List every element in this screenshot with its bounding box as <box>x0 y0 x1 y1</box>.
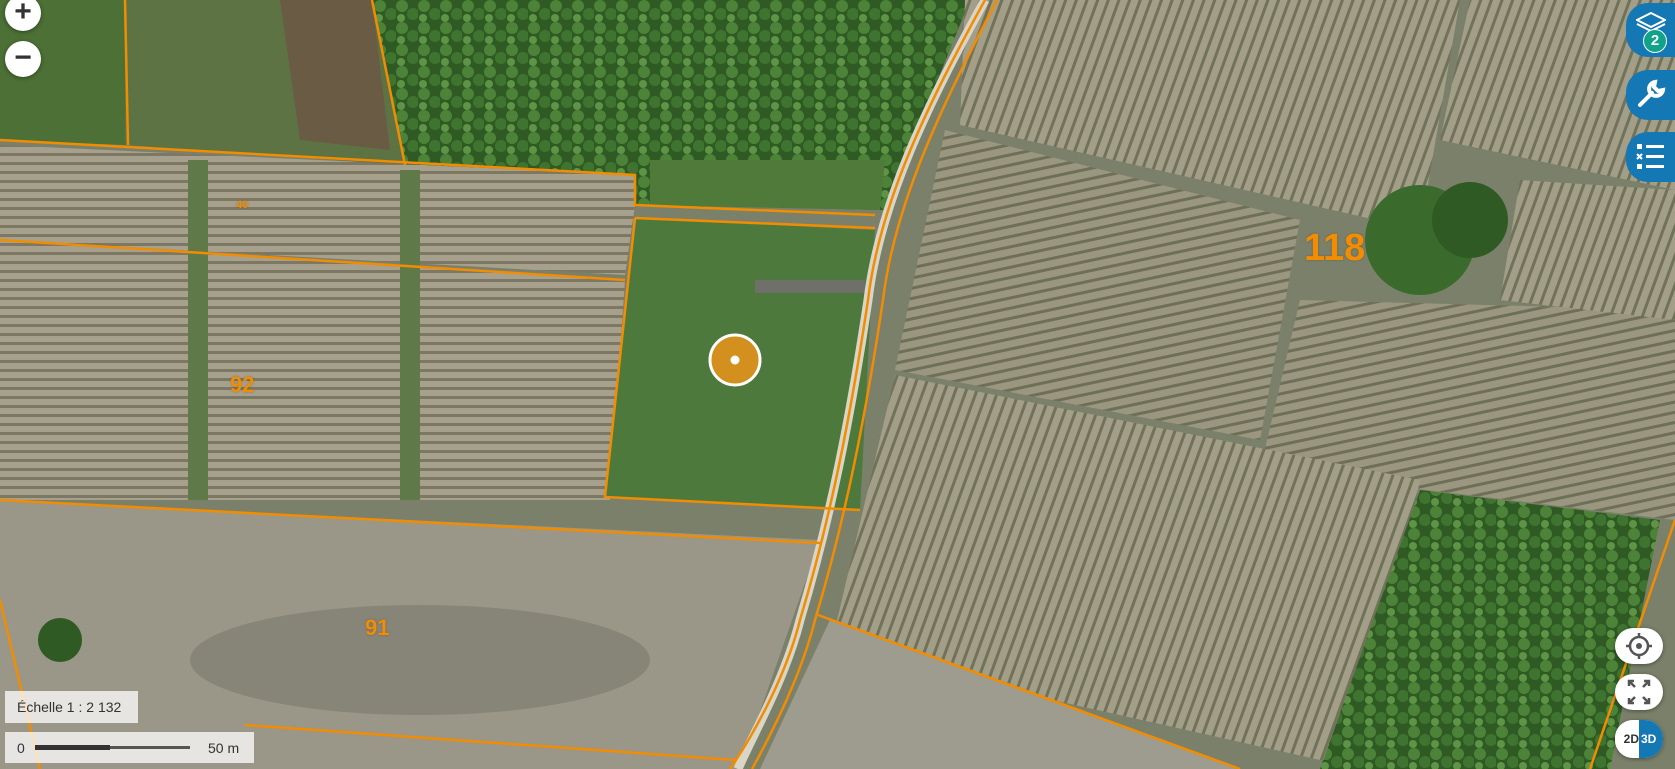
tools-button[interactable] <box>1626 70 1675 120</box>
location-marker-center <box>730 355 740 365</box>
view-mode-toggle[interactable]: 2D 3D <box>1615 720 1663 758</box>
scale-bar-end: 50 m <box>208 740 240 756</box>
field-shading <box>190 605 650 715</box>
fullscreen-button[interactable] <box>1615 674 1663 710</box>
wrench-icon <box>1638 79 1666 107</box>
vineyard <box>1500 180 1675 320</box>
layers-count-badge: 2 <box>1643 29 1667 53</box>
scale-bar-segment <box>35 745 110 750</box>
zoom-out-button[interactable]: − <box>5 41 41 77</box>
expand-icon <box>1627 679 1651 705</box>
layers-button[interactable]: 2 <box>1626 3 1675 57</box>
grass-strip <box>400 170 420 500</box>
scale-label: Échelle 1 : 2 132 <box>5 691 138 723</box>
vineyard <box>0 240 625 500</box>
minus-icon: − <box>14 41 32 74</box>
grass <box>650 160 885 210</box>
grass-strip <box>188 160 208 500</box>
scale-bar-start: 0 <box>17 740 25 756</box>
parcel-label[interactable]: 92 <box>230 372 254 398</box>
parcel-label[interactable]: 40 <box>236 199 248 211</box>
tree-cluster <box>1432 182 1508 258</box>
mode-3d-button[interactable]: 3D <box>1639 720 1663 758</box>
parcel-label[interactable]: 91 <box>365 615 389 641</box>
tree <box>38 618 82 662</box>
plus-icon: + <box>14 0 32 28</box>
mode-2d-button[interactable]: 2D <box>1615 720 1639 758</box>
legend-button[interactable] <box>1626 132 1675 182</box>
list-icon <box>1636 144 1664 169</box>
locate-button[interactable] <box>1615 628 1663 664</box>
building <box>755 280 865 293</box>
parcel-label[interactable]: 118 <box>1304 227 1365 270</box>
crosshair-icon <box>1626 633 1652 659</box>
scale-bar: 0 50 m <box>5 732 254 763</box>
